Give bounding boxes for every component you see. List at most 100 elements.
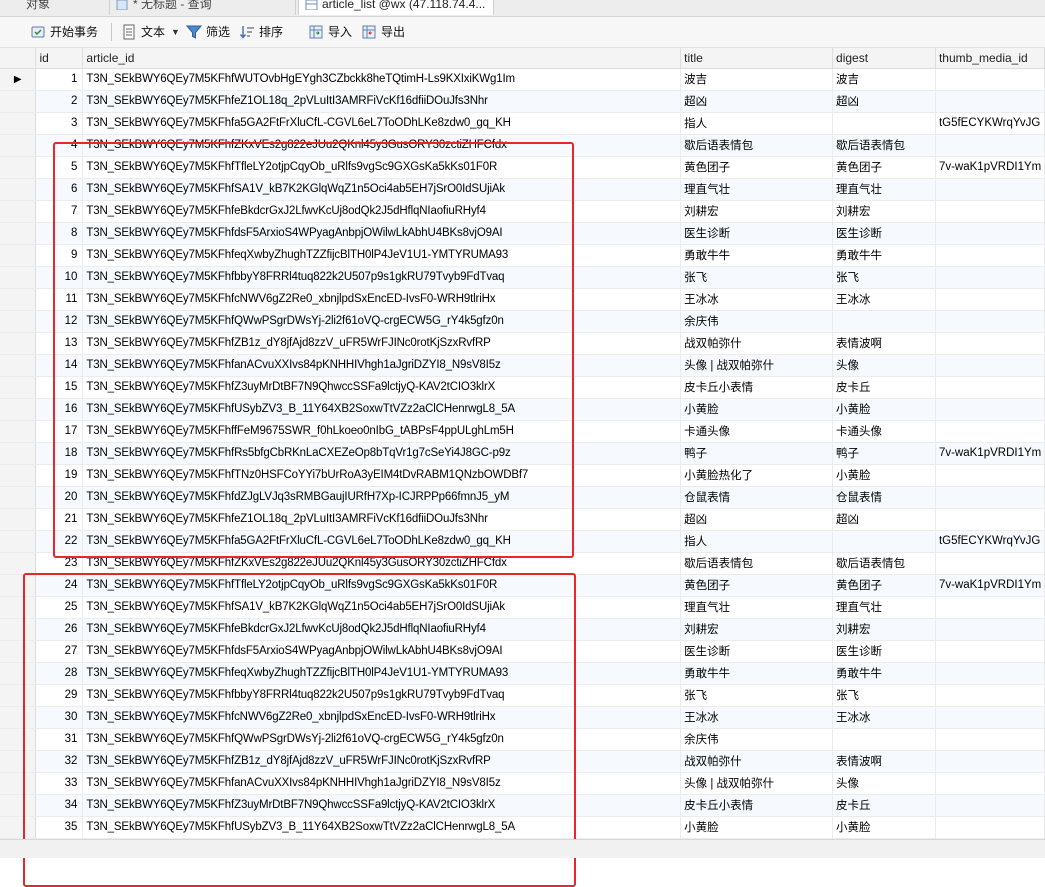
cell-id[interactable]: 3 — [35, 112, 84, 135]
cell-title[interactable]: 头像 | 战双帕弥什 — [680, 354, 834, 377]
cell-thumb-media-id[interactable]: tG5fECYKWrqYvJG — [935, 112, 1045, 135]
cell-thumb-media-id[interactable] — [935, 486, 1045, 509]
cell-title[interactable]: 仓鼠表情 — [680, 486, 834, 509]
row-indicator[interactable] — [0, 772, 37, 795]
table-row[interactable]: 26 T3N_SEkBWY6QEy7M5KFhfeBkdcrGxJ2LfwvKcU… — [0, 618, 1045, 641]
cell-id[interactable]: 16 — [35, 398, 84, 421]
cell-id[interactable]: 22 — [35, 530, 84, 553]
table-row[interactable]: 19 T3N_SEkBWY6QEy7M5KFhfTNz0HSFCoYYi7bUrR… — [0, 464, 1045, 487]
cell-digest[interactable]: 头像 — [832, 772, 936, 795]
row-indicator[interactable] — [0, 332, 37, 355]
row-indicator[interactable] — [0, 596, 37, 619]
chevron-down-icon[interactable]: ▼ — [171, 22, 180, 42]
table-row[interactable]: 7 T3N_SEkBWY6QEy7M5KFhfeBkdcrGxJ2LfwvKcUj… — [0, 200, 1045, 223]
cell-digest[interactable]: 皮卡丘 — [832, 794, 936, 817]
cell-thumb-media-id[interactable] — [935, 684, 1045, 707]
table-row[interactable]: 31 T3N_SEkBWY6QEy7M5KFhfQWwPSgrDWsYj-2li2… — [0, 728, 1045, 751]
table-row[interactable]: 9 T3N_SEkBWY6QEy7M5KFhfeqXwbyZhughTZZfijc… — [0, 244, 1045, 267]
cell-id[interactable]: 8 — [35, 222, 84, 245]
cell-article-id[interactable]: T3N_SEkBWY6QEy7M5KFhfQWwPSgrDWsYj-2li2f6… — [82, 728, 682, 751]
cell-title[interactable]: 小黄脸 — [680, 398, 834, 421]
table-row[interactable]: 11 T3N_SEkBWY6QEy7M5KFhfcNWV6gZ2Re0_xbnjl… — [0, 288, 1045, 311]
column-header-digest[interactable]: digest — [832, 48, 936, 69]
tab-untitled-query[interactable]: * 无标题 - 查询 — [110, 0, 296, 15]
cell-thumb-media-id[interactable] — [935, 662, 1045, 685]
table-row[interactable]: 34 T3N_SEkBWY6QEy7M5KFhfZ3uyMrDtBF7N9Qhwc… — [0, 794, 1045, 817]
row-indicator[interactable] — [0, 112, 37, 135]
tab-article-list[interactable]: article_list @wx (47.118.74.4... — [298, 0, 494, 15]
cell-article-id[interactable]: T3N_SEkBWY6QEy7M5KFhfdsF5ArxioS4WPyagAnb… — [82, 640, 682, 663]
cell-thumb-media-id[interactable]: tG5fECYKWrqYvJG — [935, 530, 1045, 553]
table-row[interactable]: 33 T3N_SEkBWY6QEy7M5KFhfanACvuXXIvs84pKNH… — [0, 772, 1045, 795]
table-row[interactable]: 6 T3N_SEkBWY6QEy7M5KFhfSA1V_kB7K2KGlqWqZ1… — [0, 178, 1045, 201]
cell-article-id[interactable]: T3N_SEkBWY6QEy7M5KFhfZKxVEs2g822eJUu2QKn… — [82, 552, 682, 575]
cell-title[interactable]: 余庆伟 — [680, 728, 834, 751]
cell-title[interactable]: 鸭子 — [680, 442, 834, 465]
tab-objects[interactable]: 对象 — [20, 0, 110, 15]
column-header-article-id[interactable]: article_id — [82, 48, 682, 69]
cell-thumb-media-id[interactable] — [935, 90, 1045, 113]
cell-article-id[interactable]: T3N_SEkBWY6QEy7M5KFhfa5GA2FtFrXluCfL-CGV… — [82, 112, 682, 135]
cell-article-id[interactable]: T3N_SEkBWY6QEy7M5KFhfeBkdcrGxJ2LfwvKcUj8… — [82, 200, 682, 223]
row-indicator[interactable] — [0, 244, 37, 267]
cell-digest[interactable]: 皮卡丘 — [832, 376, 936, 399]
table-row[interactable]: 3 T3N_SEkBWY6QEy7M5KFhfa5GA2FtFrXluCfL-CG… — [0, 112, 1045, 135]
cell-digest[interactable]: 小黄脸 — [832, 398, 936, 421]
cell-article-id[interactable]: T3N_SEkBWY6QEy7M5KFhfUSybZV3_B_11Y64XB2S… — [82, 816, 682, 839]
cell-thumb-media-id[interactable]: 7v-waK1pVRDI1Ym — [935, 442, 1045, 465]
cell-digest[interactable]: 黄色团子 — [832, 156, 936, 179]
cell-thumb-media-id[interactable]: 7v-waK1pVRDI1Ym — [935, 156, 1045, 179]
filter-button[interactable]: 筛选 — [186, 22, 230, 42]
row-indicator[interactable] — [0, 376, 37, 399]
column-header-id[interactable]: id — [35, 48, 84, 69]
cell-digest[interactable]: 理直气壮 — [832, 178, 936, 201]
cell-digest[interactable]: 歇后语表情包 — [832, 134, 936, 157]
cell-thumb-media-id[interactable] — [935, 310, 1045, 333]
table-row[interactable]: 5 T3N_SEkBWY6QEy7M5KFhfTfleLY2otjpCqyOb_u… — [0, 156, 1045, 179]
cell-thumb-media-id[interactable] — [935, 134, 1045, 157]
cell-title[interactable]: 头像 | 战双帕弥什 — [680, 772, 834, 795]
cell-thumb-media-id[interactable] — [935, 596, 1045, 619]
row-indicator[interactable] — [0, 728, 37, 751]
cell-digest[interactable]: 卡通头像 — [832, 420, 936, 443]
row-indicator[interactable] — [0, 508, 37, 531]
row-indicator[interactable] — [0, 90, 37, 113]
cell-article-id[interactable]: T3N_SEkBWY6QEy7M5KFhfeZ1OL18q_2pVLuItI3A… — [82, 508, 682, 531]
table-row[interactable]: 17 T3N_SEkBWY6QEy7M5KFhffFeM9675SWR_f0hLk… — [0, 420, 1045, 443]
sort-button[interactable]: 排序 — [239, 22, 283, 42]
cell-title[interactable]: 波吉 — [680, 68, 834, 91]
cell-id[interactable]: 25 — [35, 596, 84, 619]
cell-title[interactable]: 战双帕弥什 — [680, 332, 834, 355]
cell-digest[interactable]: 理直气壮 — [832, 596, 936, 619]
table-row[interactable]: 30 T3N_SEkBWY6QEy7M5KFhfcNWV6gZ2Re0_xbnjl… — [0, 706, 1045, 729]
cell-thumb-media-id[interactable] — [935, 222, 1045, 245]
cell-thumb-media-id[interactable] — [935, 552, 1045, 575]
cell-thumb-media-id[interactable] — [935, 288, 1045, 311]
cell-article-id[interactable]: T3N_SEkBWY6QEy7M5KFhfQWwPSgrDWsYj-2li2f6… — [82, 310, 682, 333]
cell-thumb-media-id[interactable] — [935, 200, 1045, 223]
table-row[interactable]: 35 T3N_SEkBWY6QEy7M5KFhfUSybZV3_B_11Y64XB… — [0, 816, 1045, 839]
cell-id[interactable]: 19 — [35, 464, 84, 487]
cell-digest[interactable]: 超凶 — [832, 90, 936, 113]
cell-article-id[interactable]: T3N_SEkBWY6QEy7M5KFhfZ3uyMrDtBF7N9QhwccS… — [82, 376, 682, 399]
cell-article-id[interactable]: T3N_SEkBWY6QEy7M5KFhfZ3uyMrDtBF7N9QhwccS… — [82, 794, 682, 817]
table-row[interactable]: 15 T3N_SEkBWY6QEy7M5KFhfZ3uyMrDtBF7N9Qhwc… — [0, 376, 1045, 399]
row-indicator[interactable] — [0, 684, 37, 707]
cell-id[interactable]: 15 — [35, 376, 84, 399]
cell-id[interactable]: 7 — [35, 200, 84, 223]
row-indicator[interactable] — [0, 420, 37, 443]
row-indicator[interactable] — [0, 222, 37, 245]
cell-article-id[interactable]: T3N_SEkBWY6QEy7M5KFhfcNWV6gZ2Re0_xbnjlpd… — [82, 288, 682, 311]
export-button[interactable]: 导出 — [361, 22, 405, 42]
row-indicator[interactable] — [0, 640, 37, 663]
cell-thumb-media-id[interactable] — [935, 178, 1045, 201]
cell-title[interactable]: 黄色团子 — [680, 574, 834, 597]
cell-article-id[interactable]: T3N_SEkBWY6QEy7M5KFhfbbyY8FRRl4tuq822k2U… — [82, 266, 682, 289]
cell-article-id[interactable]: T3N_SEkBWY6QEy7M5KFhfRs5bfgCbRKnLaCXEZeO… — [82, 442, 682, 465]
row-indicator[interactable] — [0, 266, 37, 289]
table-row[interactable]: 23 T3N_SEkBWY6QEy7M5KFhfZKxVEs2g822eJUu2Q… — [0, 552, 1045, 575]
cell-thumb-media-id[interactable] — [935, 376, 1045, 399]
cell-thumb-media-id[interactable] — [935, 508, 1045, 531]
cell-digest[interactable] — [832, 112, 936, 135]
cell-article-id[interactable]: T3N_SEkBWY6QEy7M5KFhfSA1V_kB7K2KGlqWqZ1n… — [82, 178, 682, 201]
